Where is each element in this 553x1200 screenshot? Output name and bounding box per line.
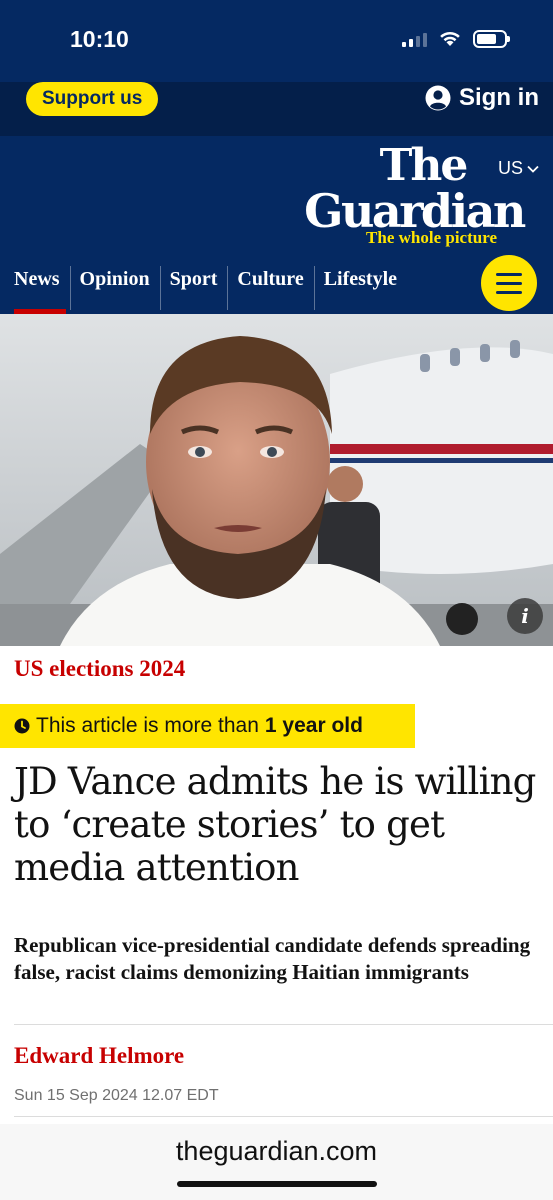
wifi-icon <box>440 31 460 46</box>
support-us-button[interactable]: Support us <box>26 82 159 116</box>
article-standfirst: Republican vice-presidential candidate d… <box>14 933 531 984</box>
status-icons <box>402 30 510 48</box>
sign-in-label: Sign in <box>459 84 539 111</box>
browser-url-bar[interactable]: theguardian.com <box>0 1124 553 1200</box>
home-indicator[interactable] <box>177 1181 377 1187</box>
status-time: 10:10 <box>70 26 129 52</box>
divider <box>14 1024 553 1025</box>
section-kicker[interactable]: US elections 2024 <box>14 656 185 682</box>
user-icon <box>425 85 451 111</box>
image-info-button[interactable]: i <box>507 598 543 634</box>
hero-photo <box>0 314 553 646</box>
edition-label: US <box>497 158 523 178</box>
nav-item-lifestyle[interactable]: Lifestyle <box>313 254 407 314</box>
article-headline: JD Vance admits he is willing to ‘create… <box>14 760 536 889</box>
article-dateline: Sun 15 Sep 2024 12.07 EDT <box>14 1087 219 1104</box>
article-byline[interactable]: Edward Helmore <box>14 1043 184 1069</box>
article-age-notice: This article is more than 1 year old <box>0 704 415 748</box>
signal-icon <box>402 31 427 47</box>
nav-item-opinion[interactable]: Opinion <box>69 254 160 314</box>
menu-icon <box>496 272 522 276</box>
nav-item-news[interactable]: News <box>0 254 70 314</box>
battery-icon <box>473 30 510 48</box>
age-notice-text: This article is more than <box>36 714 259 737</box>
masthead: The Guardian US The whole picture News O… <box>0 136 553 314</box>
status-bar: 10:10 <box>0 0 553 82</box>
clock-icon <box>14 718 30 734</box>
edition-picker[interactable]: US <box>498 158 539 179</box>
sign-in-link[interactable]: Sign in <box>425 84 539 112</box>
nav-item-sport[interactable]: Sport <box>159 254 228 314</box>
nav-item-culture[interactable]: Culture <box>227 254 313 314</box>
support-bar: Support us Sign in <box>0 82 553 136</box>
divider <box>14 1116 553 1117</box>
hero-image: i <box>0 314 553 646</box>
menu-button[interactable] <box>481 255 537 311</box>
chevron-down-icon <box>527 165 539 173</box>
age-notice-bold: 1 year old <box>264 714 363 737</box>
url-text[interactable]: theguardian.com <box>0 1136 553 1167</box>
tagline: The whole picture <box>366 228 497 247</box>
info-icon: i <box>521 604 529 628</box>
primary-nav: News Opinion Sport Culture Lifestyle <box>0 254 470 314</box>
